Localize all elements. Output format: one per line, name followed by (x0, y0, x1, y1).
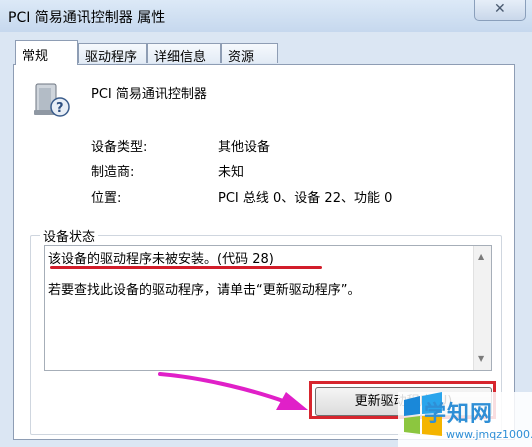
title-bar: PCI 简易通讯控制器 属性 (0, 0, 532, 32)
location-label: 位置: (91, 191, 122, 206)
watermark-url: www.jmqz1000.com (446, 428, 532, 441)
tab-resources-label: 资源 (228, 50, 255, 65)
close-button[interactable]: ✕ (474, 0, 526, 21)
tab-driver-label: 驱动程序 (85, 50, 138, 65)
device-status-group-label: 设备状态 (40, 226, 99, 245)
window-title: PCI 简易通讯控制器 属性 (8, 10, 166, 26)
watermark-title: 学知网 (424, 402, 494, 427)
device-name: PCI 简易通讯控制器 (91, 87, 207, 102)
device-unknown-icon: ? (34, 83, 70, 117)
status-message: 该设备的驱动程序未被安装。(代码 28) (48, 252, 274, 267)
tab-resources[interactable]: 资源 (221, 43, 278, 65)
status-instruction: 若要查找此设备的驱动程序，请单击“更新驱动程序”。 (48, 283, 361, 298)
manufacturer-value: 未知 (218, 165, 245, 180)
status-scrollbar[interactable]: ▲ ▼ (473, 246, 491, 370)
tab-general-label: 常规 (22, 49, 49, 64)
highlight-underline (50, 266, 322, 269)
tab-driver[interactable]: 驱动程序 (78, 43, 147, 65)
tab-general[interactable]: 常规 (15, 40, 78, 65)
tab-details[interactable]: 详细信息 (147, 43, 221, 65)
device-type-value: 其他设备 (218, 140, 271, 155)
annotation-arrow-icon (158, 372, 308, 410)
close-icon: ✕ (494, 1, 506, 17)
scroll-down-icon[interactable]: ▼ (478, 354, 484, 363)
location-value: PCI 总线 0、设备 22、功能 0 (218, 191, 393, 206)
device-type-label: 设备类型: (91, 140, 148, 155)
tab-details-label: 详细信息 (154, 50, 207, 65)
manufacturer-label: 制造商: (91, 165, 135, 180)
svg-text:?: ? (56, 101, 64, 116)
scroll-up-icon[interactable]: ▲ (478, 252, 484, 261)
